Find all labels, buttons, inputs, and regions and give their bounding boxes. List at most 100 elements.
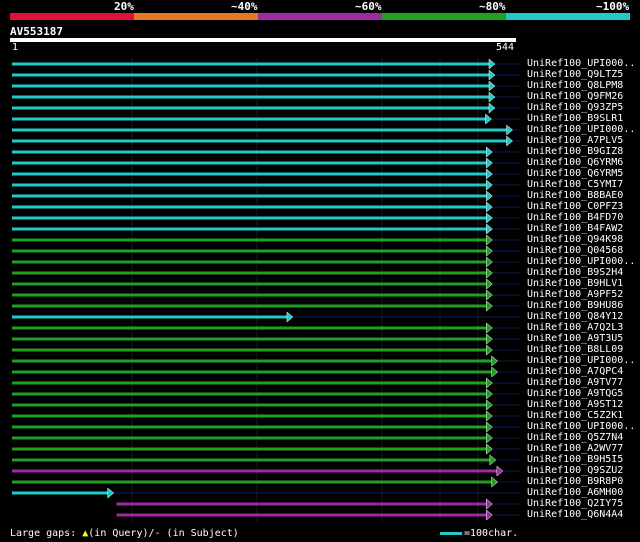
hit-name[interactable]: UniRef100_Q5Z7N4 xyxy=(527,432,623,443)
hit-bar xyxy=(12,381,487,385)
hit-name[interactable]: UniRef100_A7PLV5 xyxy=(527,135,623,146)
hit-name[interactable]: UniRef100_B9GIZ8 xyxy=(527,146,623,157)
hit-bar xyxy=(12,73,489,77)
hit-end-arrow-icon xyxy=(486,443,493,455)
hit-end-arrow-icon xyxy=(491,355,499,367)
hit-bar xyxy=(12,172,487,176)
hit-end-arrow-icon xyxy=(506,135,513,147)
hit-end-arrow-icon xyxy=(486,234,493,246)
hit-end-arrow-icon xyxy=(486,267,493,279)
hit-name[interactable]: UniRef100_Q93ZP5 xyxy=(527,102,623,113)
hit-name[interactable]: UniRef100_UPI000.. xyxy=(527,124,635,135)
hit-bar xyxy=(12,216,487,220)
hit-bar xyxy=(12,62,489,66)
legend-label: 20% xyxy=(114,0,134,13)
hit-end-arrow-icon xyxy=(286,311,294,323)
hit-bar xyxy=(12,95,489,99)
hit-end-arrow-icon xyxy=(486,289,493,301)
hit-end-arrow-icon xyxy=(486,157,493,169)
hit-name[interactable]: UniRef100_A9ST12 xyxy=(527,399,623,410)
hit-bar xyxy=(12,469,497,473)
hit-end-arrow-icon xyxy=(486,322,493,334)
hit-name[interactable]: UniRef100_A7QPC4 xyxy=(527,366,623,377)
hit-bar xyxy=(12,359,492,363)
hit-end-arrow-icon xyxy=(486,300,493,312)
hit-end-arrow-icon xyxy=(488,58,496,70)
hit-name[interactable]: UniRef100_UPI000.. xyxy=(527,421,635,432)
hit-name[interactable]: UniRef100_B9SLR1 xyxy=(527,113,623,124)
hit-name[interactable]: UniRef100_Q6N4A4 xyxy=(527,509,623,520)
hit-bar xyxy=(116,502,487,506)
hit-end-arrow-icon xyxy=(486,410,493,422)
hit-end-arrow-icon xyxy=(491,476,499,488)
hit-end-arrow-icon xyxy=(486,388,493,400)
hit-name[interactable]: UniRef100_Q9FM26 xyxy=(527,91,623,102)
hit-name[interactable]: UniRef100_A9TV77 xyxy=(527,377,623,388)
hit-name[interactable]: UniRef100_UPI000.. xyxy=(527,58,635,69)
hit-bar xyxy=(116,513,487,517)
hit-end-arrow-icon xyxy=(486,212,493,224)
hit-bar xyxy=(12,425,487,429)
hit-name[interactable]: UniRef100_B9S2H4 xyxy=(527,267,623,278)
hit-bar xyxy=(12,447,487,451)
hit-end-arrow-icon xyxy=(486,201,493,213)
hit-bar xyxy=(12,403,487,407)
hit-name[interactable]: UniRef100_Q94K98 xyxy=(527,234,623,245)
hit-name[interactable]: UniRef100_B9R8P0 xyxy=(527,476,623,487)
hit-name[interactable]: UniRef100_Q6YRM6 xyxy=(527,157,623,168)
hit-end-arrow-icon xyxy=(486,344,493,356)
hit-end-arrow-icon xyxy=(488,102,496,114)
hit-name[interactable]: UniRef100_B4FD70 xyxy=(527,212,623,223)
hit-bar xyxy=(12,194,487,198)
hit-name[interactable]: UniRef100_Q2IY75 xyxy=(527,498,623,509)
hit-name[interactable]: UniRef100_B4FAW2 xyxy=(527,223,623,234)
hit-bar xyxy=(12,326,487,330)
hit-end-arrow-icon xyxy=(486,190,493,202)
hit-name[interactable]: UniRef100_A7Q2L3 xyxy=(527,322,623,333)
hit-bar xyxy=(12,304,487,308)
gap-legend-label: Large gaps: xyxy=(10,528,83,539)
hit-name[interactable]: UniRef100_B9HLV1 xyxy=(527,278,623,289)
hit-bar xyxy=(12,491,108,495)
hit-name[interactable]: UniRef100_A9PF52 xyxy=(527,289,623,300)
hit-end-arrow-icon xyxy=(107,487,115,499)
hit-end-arrow-icon xyxy=(486,421,493,433)
hit-name[interactable]: UniRef100_C5Z2K1 xyxy=(527,410,623,421)
hit-name[interactable]: UniRef100_C5YMI7 xyxy=(527,179,623,190)
hit-name[interactable]: UniRef100_B8LL09 xyxy=(527,344,623,355)
hit-name[interactable]: UniRef100_Q84Y12 xyxy=(527,311,623,322)
scale-legend: =100char. xyxy=(440,528,518,539)
hit-bar xyxy=(12,458,490,462)
hit-end-arrow-icon xyxy=(486,256,493,268)
hit-bar xyxy=(12,128,507,132)
hit-name[interactable]: UniRef100_Q9LTZ5 xyxy=(527,69,623,80)
hit-name[interactable]: UniRef100_UPI000.. xyxy=(527,256,635,267)
hit-bar xyxy=(12,282,487,286)
hit-name[interactable]: UniRef100_Q04568 xyxy=(527,245,623,256)
hit-end-arrow-icon xyxy=(488,69,496,81)
gap-legend-subject: - (in Subject) xyxy=(154,528,239,539)
hit-name[interactable]: UniRef100_UPI000.. xyxy=(527,355,635,366)
hit-end-arrow-icon xyxy=(486,509,493,521)
hit-name[interactable]: UniRef100_A2WV77 xyxy=(527,443,623,454)
hit-name[interactable]: UniRef100_B8BAE0 xyxy=(527,190,623,201)
hit-name[interactable]: UniRef100_C0PFZ3 xyxy=(527,201,623,212)
hit-name[interactable]: UniRef100_A9TQG5 xyxy=(527,388,623,399)
hit-bar xyxy=(12,227,487,231)
hit-end-arrow-icon xyxy=(486,432,493,444)
legend-label: ~40% xyxy=(231,0,258,13)
hit-end-arrow-icon xyxy=(485,113,492,125)
hit-name[interactable]: UniRef100_Q9SZU2 xyxy=(527,465,623,476)
hit-bar xyxy=(12,117,486,121)
hit-name[interactable]: UniRef100_Q8LPM8 xyxy=(527,80,623,91)
hit-name[interactable]: UniRef100_A6MH00 xyxy=(527,487,623,498)
legend-label: ~100% xyxy=(596,0,630,13)
legend-label: ~60% xyxy=(355,0,382,13)
hit-bar xyxy=(12,183,487,187)
hit-bar xyxy=(12,150,487,154)
gap-legend: Large gaps: ▲(in Query)/- (in Subject) xyxy=(10,528,239,539)
hit-name[interactable]: UniRef100_Q6YRM5 xyxy=(527,168,623,179)
hit-name[interactable]: UniRef100_B9HU86 xyxy=(527,300,623,311)
hit-name[interactable]: UniRef100_A9T3U5 xyxy=(527,333,623,344)
hit-name[interactable]: UniRef100_B9H5I5 xyxy=(527,454,623,465)
